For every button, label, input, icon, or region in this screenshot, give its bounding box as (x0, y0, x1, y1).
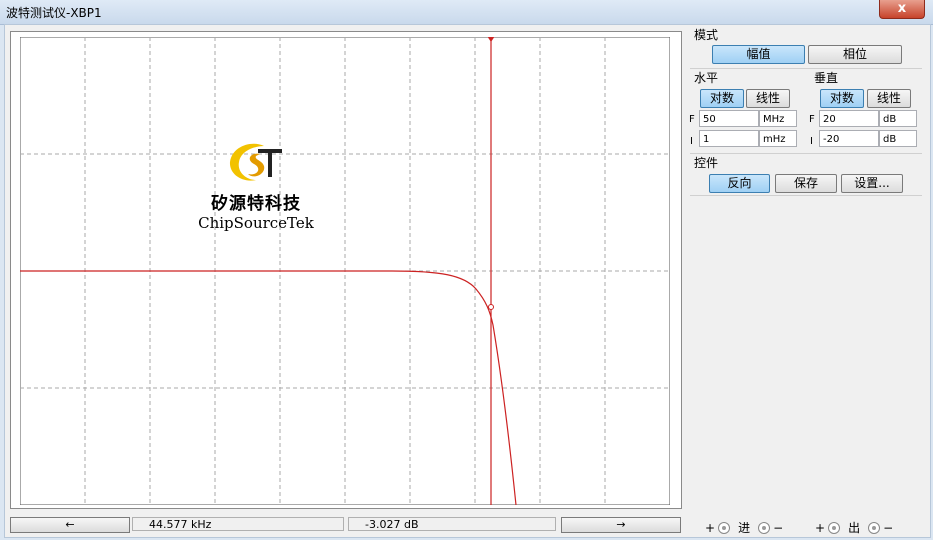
logo-text-cn: 矽源特科技 (211, 194, 301, 214)
input-terminals: + 进 − (705, 519, 783, 536)
horizontal-initial-unit[interactable]: mHz (759, 130, 797, 147)
vertical-i-label: I (810, 136, 813, 147)
horizontal-final-input[interactable]: 50 (699, 110, 759, 127)
phase-button[interactable]: 相位 (808, 45, 902, 64)
divider (690, 195, 922, 196)
horizontal-i-label: I (690, 136, 693, 147)
settings-button[interactable]: 设置... (841, 174, 903, 193)
input-plus-terminal-icon[interactable] (718, 521, 731, 534)
frequency-readout: 44.577 kHz (132, 517, 344, 531)
output-minus-terminal-icon[interactable] (868, 521, 881, 534)
horizontal-lin-button[interactable]: 线性 (746, 89, 790, 108)
cursor-bar: ← 44.577 kHz -3.027 dB → (10, 517, 681, 533)
vertical-f-label: F (809, 114, 815, 125)
horizontal-label: 水平 (694, 71, 719, 85)
vertical-initial-unit[interactable]: dB (879, 130, 917, 147)
bode-plot[interactable] (20, 37, 670, 505)
control-panel: 模式 幅值 相位 水平 对数 线性 F 50 MHz I 1 mHz 垂直 对数… (686, 25, 926, 225)
cursor-right-button[interactable]: → (561, 517, 681, 533)
vertical-lin-button[interactable]: 线性 (867, 89, 911, 108)
horizontal-f-label: F (689, 114, 695, 125)
horizontal-final-unit[interactable]: MHz (759, 110, 797, 127)
close-button[interactable]: x (879, 0, 925, 19)
arrow-right-icon: → (616, 518, 626, 531)
output-minus-label: − (883, 520, 894, 535)
window-title: 波特测试仪-XBP1 (6, 6, 102, 20)
gain-readout: -3.027 dB (348, 517, 556, 531)
vertical-final-input[interactable]: 20 (819, 110, 879, 127)
title-bar: 波特测试仪-XBP1 x (0, 0, 933, 25)
cst-logo-icon (229, 143, 282, 181)
reverse-button[interactable]: 反向 (709, 174, 770, 193)
output-label: 出 (848, 521, 861, 535)
input-minus-terminal-icon[interactable] (758, 521, 771, 534)
input-minus-label: − (773, 520, 784, 535)
company-logo: 矽源特科技 ChipSourceTek (191, 140, 321, 232)
input-plus-label: + (705, 520, 716, 535)
controls-label: 控件 (694, 156, 719, 170)
vertical-log-button[interactable]: 对数 (820, 89, 864, 108)
output-terminals: + 出 − (815, 519, 893, 536)
cursor-intersection (488, 304, 494, 310)
vertical-final-unit[interactable]: dB (879, 110, 917, 127)
divider (690, 68, 922, 69)
mode-label: 模式 (694, 28, 719, 42)
vertical-initial-input[interactable]: -20 (819, 130, 879, 147)
output-plus-terminal-icon[interactable] (828, 521, 841, 534)
logo-text-en: ChipSourceTek (198, 214, 314, 232)
divider (690, 153, 922, 154)
cursor-left-button[interactable]: ← (10, 517, 130, 533)
magnitude-button[interactable]: 幅值 (712, 45, 805, 64)
horizontal-log-button[interactable]: 对数 (700, 89, 744, 108)
horizontal-initial-input[interactable]: 1 (699, 130, 759, 147)
output-plus-label: + (815, 520, 826, 535)
save-button[interactable]: 保存 (775, 174, 837, 193)
arrow-left-icon: ← (65, 518, 75, 531)
input-label: 进 (738, 521, 751, 535)
bode-plotter-client: 矽源特科技 ChipSourceTek 模式 幅值 相位 水平 对数 线性 F … (4, 24, 931, 538)
plot-area[interactable]: 矽源特科技 ChipSourceTek (10, 31, 682, 509)
vertical-label: 垂直 (814, 71, 839, 85)
